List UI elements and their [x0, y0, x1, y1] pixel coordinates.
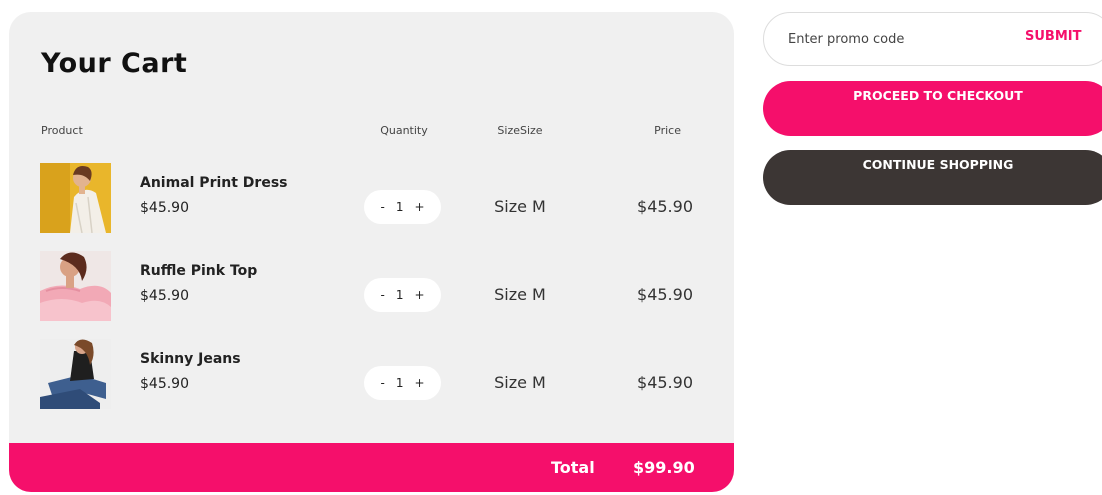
product-name[interactable]: Ruffle Pink Top: [140, 263, 257, 279]
quantity-value: 1: [395, 200, 404, 214]
product-size: Size M: [494, 197, 546, 216]
product-price: $45.90: [637, 285, 693, 304]
product-size: Size M: [494, 285, 546, 304]
decrease-quantity-button[interactable]: -: [380, 376, 384, 390]
continue-shopping-button[interactable]: CONTINUE SHOPPING: [763, 150, 1102, 205]
increase-quantity-button[interactable]: +: [414, 376, 424, 390]
product-unit-price: $45.90: [140, 376, 189, 392]
column-header-price: Price: [654, 124, 681, 137]
product-price: $45.90: [637, 373, 693, 392]
product-unit-price: $45.90: [140, 200, 189, 216]
cart-row: Ruffle Pink Top $45.90 - 1 + Size M $45.…: [9, 251, 734, 321]
promo-submit-button[interactable]: SUBMIT: [1025, 29, 1081, 44]
cart-row: Animal Print Dress $45.90 - 1 + Size M $…: [9, 163, 734, 233]
cart-total-bar: Total $99.90: [9, 443, 734, 492]
product-image-animal-print-dress[interactable]: [40, 163, 111, 233]
product-image-ruffle-pink-top[interactable]: [40, 251, 111, 321]
decrease-quantity-button[interactable]: -: [380, 288, 384, 302]
quantity-stepper: - 1 +: [364, 278, 441, 312]
increase-quantity-button[interactable]: +: [414, 288, 424, 302]
total-value: $99.90: [633, 458, 695, 477]
quantity-value: 1: [395, 376, 404, 390]
proceed-to-checkout-button[interactable]: PROCEED TO CHECKOUT: [763, 81, 1102, 136]
increase-quantity-button[interactable]: +: [414, 200, 424, 214]
product-name[interactable]: Skinny Jeans: [140, 351, 241, 367]
column-header-quantity: Quantity: [380, 124, 428, 137]
product-name[interactable]: Animal Print Dress: [140, 175, 288, 191]
column-header-size: SizeSize: [497, 124, 543, 137]
quantity-stepper: - 1 +: [364, 366, 441, 400]
cart-row: Skinny Jeans $45.90 - 1 + Size M $45.90: [9, 339, 734, 409]
product-size: Size M: [494, 373, 546, 392]
product-image-skinny-jeans[interactable]: [40, 339, 111, 409]
total-label: Total: [551, 458, 595, 477]
cart-panel: Your Cart Product Quantity SizeSize Pric…: [9, 12, 734, 492]
quantity-value: 1: [395, 288, 404, 302]
decrease-quantity-button[interactable]: -: [380, 200, 384, 214]
product-price: $45.90: [637, 197, 693, 216]
product-unit-price: $45.90: [140, 288, 189, 304]
quantity-stepper: - 1 +: [364, 190, 441, 224]
promo-code-input[interactable]: [788, 29, 988, 49]
cart-title: Your Cart: [41, 48, 188, 79]
column-header-product: Product: [41, 124, 83, 137]
promo-code-box: SUBMIT: [763, 12, 1102, 66]
